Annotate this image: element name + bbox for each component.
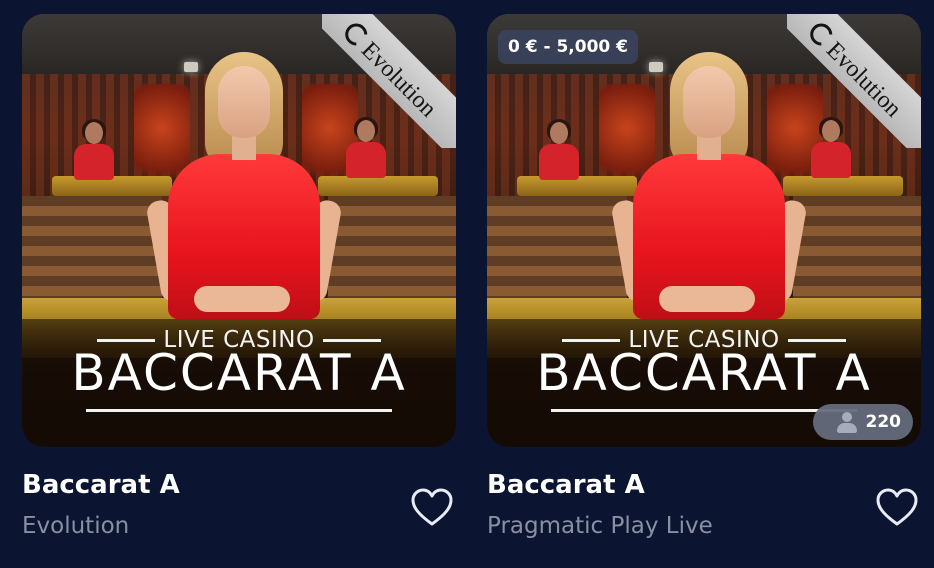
heart-outline-icon[interactable] xyxy=(875,488,919,528)
art-headline: BACCARAT A xyxy=(71,344,407,402)
lamp xyxy=(184,62,198,72)
table-stand xyxy=(793,196,921,301)
art-headline: BACCARAT A xyxy=(536,344,872,402)
dealer-hands xyxy=(659,286,755,312)
game-thumbnail[interactable]: LIVE CASINO BACCARAT A Evolution xyxy=(22,14,456,447)
table-stand xyxy=(487,196,627,301)
divider xyxy=(787,338,846,342)
ribbon-label: Evolution xyxy=(356,36,442,123)
background-dealer xyxy=(539,119,579,202)
lamp xyxy=(649,62,663,72)
game-provider: Evolution xyxy=(22,513,130,539)
person-icon xyxy=(836,410,858,434)
table-stand xyxy=(22,196,162,301)
divider xyxy=(97,338,156,342)
provider-ribbon: Evolution xyxy=(322,14,456,148)
game-title[interactable]: Baccarat A xyxy=(22,470,180,500)
divider xyxy=(322,338,381,342)
dealer-hands xyxy=(194,286,290,312)
game-title[interactable]: Baccarat A xyxy=(487,470,645,500)
game-card[interactable]: LIVE CASINO BACCARAT A Evolution Baccara… xyxy=(22,14,456,539)
ribbon-label: Evolution xyxy=(821,36,907,123)
players-count-badge: 220 xyxy=(813,404,913,440)
heart-outline-icon[interactable] xyxy=(410,488,454,528)
provider-ribbon: Evolution xyxy=(787,14,921,148)
dealer-face xyxy=(218,66,270,138)
background-dealer xyxy=(74,119,114,202)
game-card[interactable]: LIVE CASINO BACCARAT A Evolution 0 € - 5… xyxy=(487,14,921,539)
divider xyxy=(562,338,621,342)
divider xyxy=(551,409,857,412)
players-count: 220 xyxy=(865,412,902,432)
divider xyxy=(86,409,392,412)
bet-range-badge: 0 € - 5,000 € xyxy=(498,30,638,64)
table-stand xyxy=(328,196,456,301)
game-provider: Pragmatic Play Live xyxy=(487,513,713,539)
game-thumbnail[interactable]: LIVE CASINO BACCARAT A Evolution 0 € - 5… xyxy=(487,14,921,447)
dealer-face xyxy=(683,66,735,138)
